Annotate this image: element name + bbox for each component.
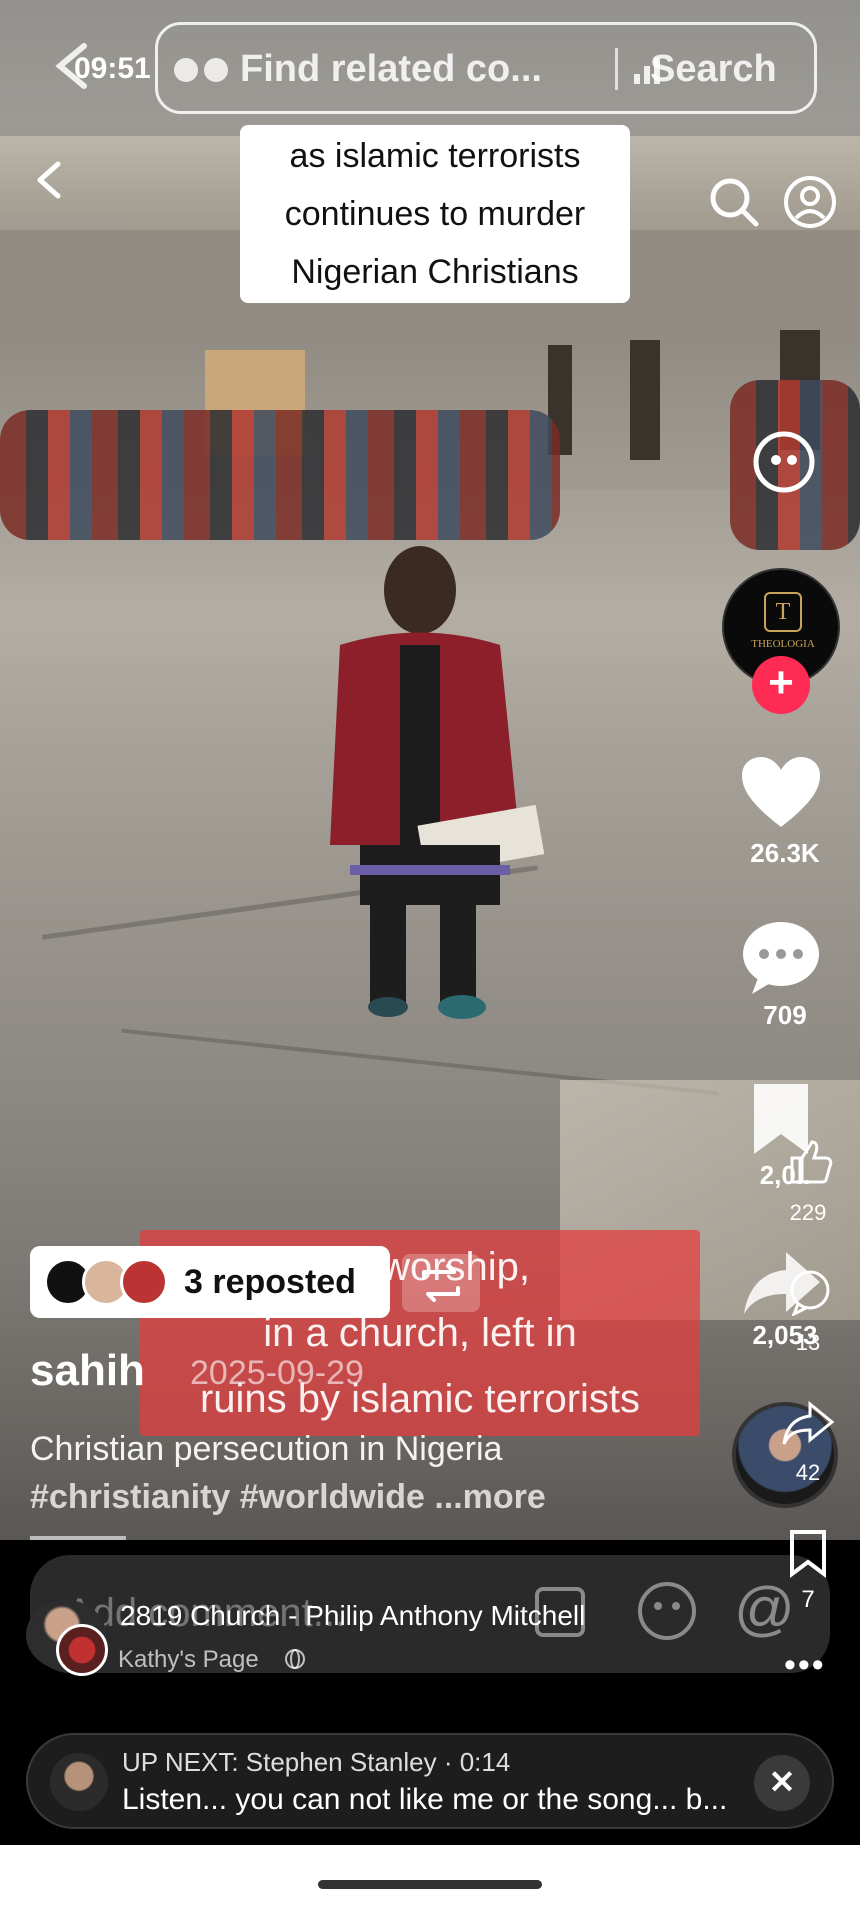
comment-icon[interactable] (740, 920, 822, 996)
post-username[interactable]: sahih (30, 1346, 145, 1396)
crowd-left (0, 410, 560, 540)
source-title[interactable]: 2819 Church - Philip Anthony Mitchell (120, 1600, 585, 1632)
pastor-figure (330, 546, 545, 1019)
up-next-heading: UP NEXT: Stephen Stanley · 0:14 (122, 1747, 511, 1777)
video-caption-top: as islamic terrorists continues to murde… (240, 125, 630, 303)
search-button[interactable]: Search (650, 48, 777, 91)
home-indicator[interactable] (318, 1880, 542, 1889)
post-hashtags[interactable]: #christianity #worldwide ...more (30, 1478, 546, 1517)
follow-plus-button[interactable]: + (752, 656, 810, 714)
repost-icon[interactable] (402, 1254, 480, 1312)
profile-icon[interactable] (782, 174, 838, 230)
emoji-icon[interactable] (636, 1580, 698, 1642)
fb-share-icon[interactable] (782, 1400, 834, 1448)
thumbs-up-icon[interactable] (786, 1138, 834, 1186)
heart-icon[interactable] (740, 755, 822, 831)
reposted-label: 3 reposted (184, 1262, 356, 1301)
window (630, 340, 660, 460)
up-next-title: Listen... you can not like me or the son… (122, 1783, 728, 1816)
search-divider (615, 48, 618, 90)
creator-badge-text: THEOLOGIA (751, 638, 815, 650)
post-date: 2025-09-29 (190, 1354, 364, 1392)
source-page[interactable]: Kathy's Page (118, 1646, 259, 1674)
back-arrow-icon[interactable] (28, 158, 72, 202)
globe-icon (285, 1649, 305, 1669)
status-time: 09:51 (74, 52, 151, 85)
fb-saves-count: 7 (801, 1586, 815, 1613)
fb-likes-count: 229 (789, 1200, 827, 1225)
up-next-avatar (50, 1753, 108, 1811)
caption-line: as islamic terrorists (289, 137, 581, 175)
fb-shares-count: 42 (795, 1460, 821, 1485)
search-input[interactable]: Find related co... (240, 48, 542, 91)
post-description: Christian persecution in Nigeria (30, 1430, 503, 1468)
fb-comment-icon[interactable] (786, 1268, 834, 1316)
caption-line: Nigerian Christians (291, 253, 579, 291)
comments-count: 709 (763, 1000, 807, 1030)
up-next-card[interactable]: UP NEXT: Stephen Stanley · 0:14 Listen..… (26, 1733, 834, 1829)
more-options-icon[interactable]: ••• (784, 1646, 826, 1685)
fb-comments-count: 13 (795, 1330, 821, 1355)
search-icon[interactable] (708, 176, 760, 228)
theologia-logo: T (764, 592, 802, 632)
repost-avatar (120, 1258, 168, 1306)
effect-icon[interactable] (752, 430, 816, 494)
reposted-pill[interactable]: 3 reposted (30, 1246, 390, 1318)
page-avatar[interactable] (56, 1624, 108, 1676)
fb-save-icon[interactable] (788, 1528, 828, 1578)
status-icons (174, 58, 228, 82)
close-icon[interactable]: ✕ (754, 1755, 810, 1811)
caption-line: continues to murder (284, 195, 586, 233)
likes-count: 26.3K (750, 838, 820, 868)
